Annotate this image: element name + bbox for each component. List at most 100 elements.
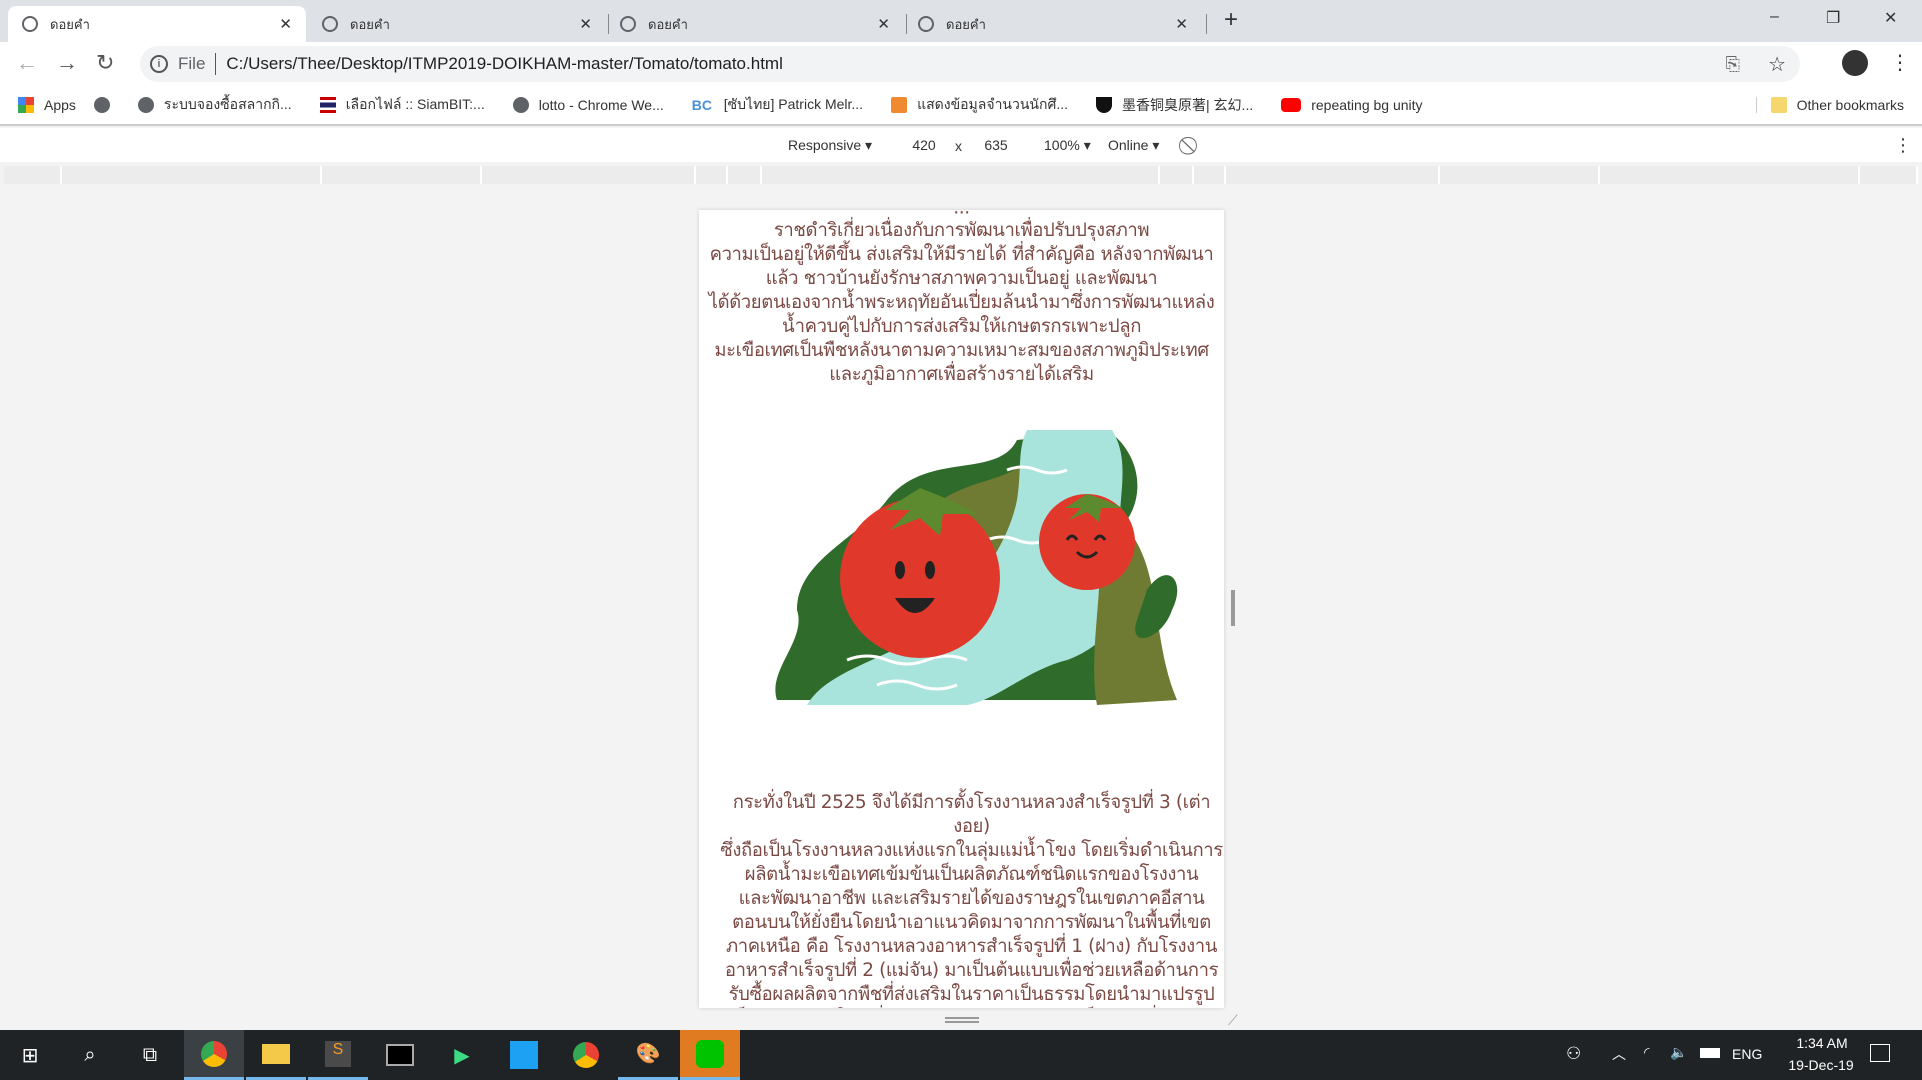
task-view-icon[interactable]: ⧉	[120, 1030, 180, 1080]
translate-icon[interactable]: ⎘	[1726, 54, 1740, 75]
globe-icon	[322, 16, 338, 32]
bookmark-globe[interactable]	[93, 97, 120, 113]
bookmark-star-icon[interactable]: ☆	[1768, 52, 1786, 77]
close-tab-icon[interactable]: ✕	[1175, 15, 1188, 33]
ruler-segment[interactable]	[728, 166, 762, 184]
ruler-segment[interactable]	[322, 166, 482, 184]
info-icon[interactable]: i	[150, 55, 168, 73]
menu-icon[interactable]: ⋮	[1890, 50, 1910, 75]
other-bookmarks[interactable]: Other bookmarks	[1755, 97, 1904, 113]
new-tab-button[interactable]: +	[1224, 6, 1238, 34]
show-hidden-icons[interactable]: ︿	[1612, 1044, 1626, 1064]
clock-time[interactable]: 1:34 AM	[1782, 1035, 1862, 1051]
reload-button[interactable]: ↻	[96, 50, 114, 76]
device-toolbar: Responsive ▾ 420 x 635 100% ▾ Online ▾ ⃠…	[0, 128, 1922, 162]
wifi-icon[interactable]: ◜	[1644, 1044, 1649, 1061]
text-line: กระทั่งในปี 2525 จึงได้มีการตั้งโรงงานหล…	[732, 792, 1211, 837]
text-line: ราชดำริเกี่ยวเนื่องกับการพัฒนาเพื่อปรับป…	[773, 220, 1150, 241]
profile-avatar[interactable]	[1842, 50, 1868, 76]
restore-button[interactable]: ❐	[1826, 8, 1840, 28]
close-tab-icon[interactable]: ✕	[279, 15, 292, 33]
bookmark-label: 墨香铜臭原著| 玄幻...	[1122, 97, 1254, 113]
tab-4[interactable]: ดอยคำ ✕	[904, 6, 1202, 42]
bc-icon: BC	[691, 97, 712, 113]
close-tab-icon[interactable]: ✕	[579, 15, 592, 33]
height-input[interactable]: 635	[970, 131, 1022, 159]
twitter-icon[interactable]	[494, 1030, 554, 1080]
ruler-segment[interactable]	[4, 166, 62, 184]
throttle-select[interactable]: Online ▾	[1108, 137, 1159, 154]
forward-button[interactable]: →	[56, 50, 78, 76]
bookmark-label: lotto - Chrome We...	[538, 97, 664, 113]
text-line: และภูมิอากาศเพื่อสร้างรายได้เสริม	[829, 364, 1094, 385]
resize-handle-bottom[interactable]	[945, 1017, 979, 1023]
ruler-segment[interactable]	[1600, 166, 1860, 184]
tab-1[interactable]: ดอยคำ ✕	[8, 6, 306, 42]
ruler-segment[interactable]	[1440, 166, 1600, 184]
globe-icon	[918, 16, 934, 32]
device-select[interactable]: Responsive ▾	[788, 137, 872, 154]
globe-icon	[137, 97, 154, 113]
chrome-taskbar-icon[interactable]	[184, 1030, 244, 1080]
terminal-icon[interactable]	[370, 1030, 430, 1080]
language-indicator[interactable]: ENG	[1732, 1046, 1762, 1062]
bookmarks-bar: Apps ระบบจองซื้อสลากกิ... เลือกไฟล์ :: S…	[0, 86, 1922, 126]
windows-taskbar: ⊞ ⌕ ⧉ S ▶ 🎨 ⚇ ︿ ◜ 🔈 ENG 1:34 AM 19-Dec-1…	[0, 1030, 1922, 1080]
url-text[interactable]: C:/Users/Thee/Desktop/ITMP2019-DOIKHAM-m…	[226, 54, 782, 74]
bookmark-lottery[interactable]: ระบบจองซื้อสลากกิ...	[137, 94, 292, 116]
address-bar[interactable]: i File C:/Users/Thee/Desktop/ITMP2019-DO…	[140, 46, 1800, 82]
bookmark-student-data[interactable]: แสดงข้อมูลจำนวนนักศึ...	[891, 94, 1068, 116]
volume-icon[interactable]: 🔈	[1670, 1044, 1687, 1061]
line-icon[interactable]	[680, 1030, 740, 1080]
emulated-viewport: ··· ราชดำริเกี่ยวเนื่องกับการพัฒนาเพื่อป…	[699, 210, 1224, 1008]
bookmark-siambit[interactable]: เลือกไฟล์ :: SiamBIT:...	[319, 94, 485, 116]
close-window-button[interactable]: ✕	[1884, 8, 1897, 28]
people-icon[interactable]: ⚇	[1566, 1044, 1581, 1064]
text-line: ความเป็นอยู่ให้ดีขึ้น ส่งเสริมให้มีรายได…	[709, 244, 1214, 265]
chrome-alt-icon[interactable]	[556, 1030, 616, 1080]
ruler-segment[interactable]	[1160, 166, 1194, 184]
zoom-select[interactable]: 100% ▾	[1044, 137, 1091, 154]
scheme-label: File	[178, 54, 206, 73]
search-icon[interactable]: ⌕	[60, 1030, 120, 1080]
notifications-icon[interactable]	[1870, 1044, 1890, 1062]
bookmark-lotto[interactable]: lotto - Chrome We...	[512, 97, 664, 113]
back-button[interactable]: ←	[16, 50, 38, 76]
close-tab-icon[interactable]: ✕	[877, 15, 890, 33]
resize-handle-right[interactable]	[1231, 590, 1235, 626]
clock-date[interactable]: 19-Dec-19	[1776, 1057, 1866, 1073]
resize-handle-corner[interactable]: ⟋	[1228, 1012, 1238, 1029]
play-store-icon[interactable]: ▶	[432, 1030, 492, 1080]
width-input[interactable]: 420	[898, 131, 950, 159]
globe-icon	[620, 16, 636, 32]
tab-3[interactable]: ดอยคำ ✕	[606, 6, 904, 42]
thai-flag-icon	[319, 97, 336, 113]
bookmark-novel[interactable]: 墨香铜臭原著| 玄幻...	[1096, 95, 1253, 115]
ruler-segment[interactable]	[482, 166, 696, 184]
bookmark-label: เลือกไฟล์ :: SiamBIT:...	[345, 96, 485, 112]
ruler-segment[interactable]	[62, 166, 322, 184]
youtube-icon	[1281, 98, 1302, 112]
more-options-icon[interactable]: ⋮	[1894, 135, 1912, 156]
file-explorer-icon[interactable]	[246, 1030, 306, 1080]
folder-icon	[1770, 97, 1787, 113]
ruler-segment[interactable]	[1194, 166, 1226, 184]
media-query-bar[interactable]	[0, 166, 1922, 184]
minimize-button[interactable]: –	[1770, 8, 1779, 26]
globe-icon	[512, 97, 529, 113]
text-line: และพัฒนาอาชีพ และเสริมรายได้ของราษฎรในเข…	[738, 888, 1205, 909]
battery-icon[interactable]	[1700, 1048, 1720, 1058]
bookmark-patrick[interactable]: BC [ซับไทย] Patrick Melr...	[692, 94, 863, 116]
paint-icon[interactable]: 🎨	[618, 1030, 678, 1080]
ruler-segment[interactable]	[696, 166, 728, 184]
times-label: x	[955, 138, 962, 154]
start-button[interactable]: ⊞	[0, 1030, 60, 1080]
bookmark-apps[interactable]: Apps	[18, 97, 76, 113]
bookmark-repeating-bg[interactable]: repeating bg unity	[1281, 97, 1423, 113]
sublime-text-icon[interactable]: S	[308, 1030, 368, 1080]
tab-2[interactable]: ดอยคำ ✕	[308, 6, 606, 42]
ruler-segment[interactable]	[762, 166, 1160, 184]
ruler-segment[interactable]	[1860, 166, 1918, 184]
text-line: อาหารสำเร็จรูปที่ 2 (แม่จัน) มาเป็นต้นแบ…	[724, 960, 1219, 981]
ruler-segment[interactable]	[1226, 166, 1440, 184]
